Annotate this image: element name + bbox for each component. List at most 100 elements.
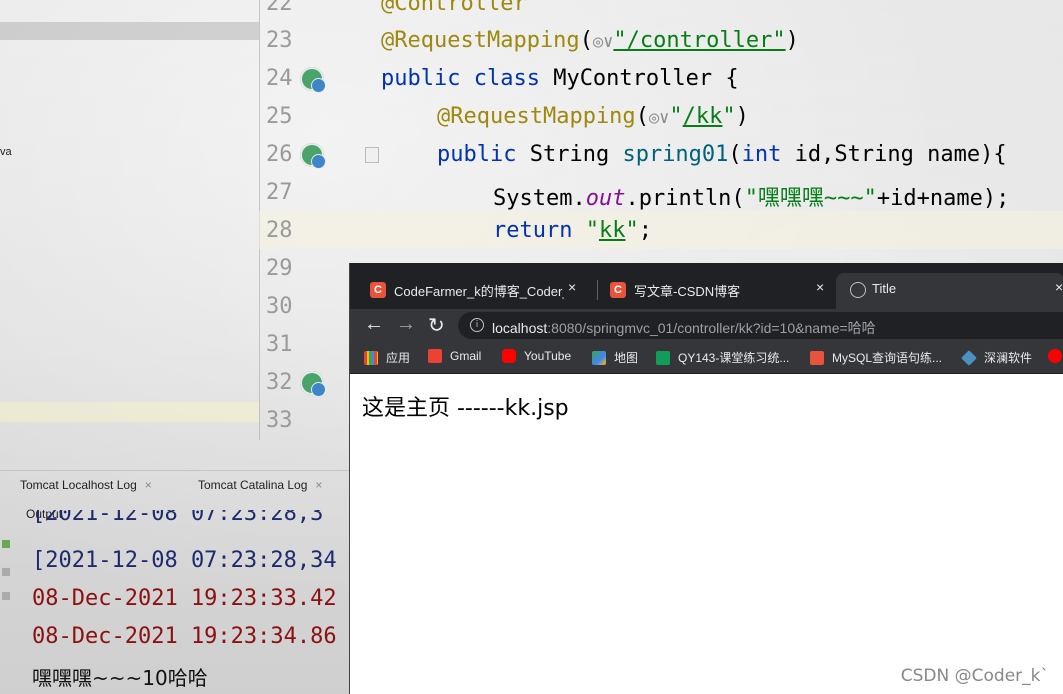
bookmarks-bar: 应用 Gmail YouTube 地图 QY143-课堂练习统... MySQL…	[350, 341, 1063, 374]
annotation: @RequestMapping	[381, 28, 580, 53]
line-number: 28	[266, 218, 293, 243]
close-icon[interactable]: ×	[568, 279, 576, 295]
log-line: 08-Dec-2021 19:23:33.42	[32, 586, 337, 611]
tab-tomcat-catalina-log[interactable]: Tomcat Catalina Log ×	[198, 478, 322, 492]
globe-icon	[850, 282, 866, 298]
forward-icon[interactable]: →	[396, 313, 416, 336]
close-icon[interactable]: ×	[315, 478, 322, 492]
keyword: public class	[381, 66, 540, 91]
csdn-icon: C	[370, 282, 386, 298]
browser-window: C CodeFarmer_k的博客_Coder_k × C 写文章-CSDN博客…	[349, 263, 1063, 694]
url-text[interactable]: localhost:8080/springmvc_01/controller/k…	[492, 318, 876, 338]
bookmark-shenlan[interactable]: 深澜软件	[961, 349, 1033, 366]
tab-tomcat-localhost-log[interactable]: Tomcat Localhost Log ×	[20, 478, 152, 492]
log-line: [2021-12-08 07:23:28,34	[32, 548, 337, 573]
project-selected-row[interactable]	[0, 22, 259, 40]
bookmark-mysql[interactable]: MySQL查询语句练...	[810, 349, 942, 366]
method-name: spring01	[622, 142, 729, 167]
paren: (	[635, 104, 649, 129]
project-file-label[interactable]: va	[0, 146, 12, 158]
bookmark-label: 应用	[386, 351, 411, 365]
bookmark-label: Gmail	[450, 349, 482, 363]
run-icon[interactable]	[2, 540, 10, 548]
wrap-icon[interactable]	[2, 568, 10, 576]
bookmark-label: YouTube	[524, 349, 572, 363]
gmail-icon	[428, 349, 442, 363]
tab-title: 写文章-CSDN博客	[634, 284, 741, 299]
browser-toolbar: ← → ↻ i localhost:8080/springmvc_01/cont…	[350, 309, 1063, 341]
close-icon[interactable]: ×	[816, 279, 824, 295]
tab-label: Tomcat Localhost Log	[20, 478, 137, 492]
annotation: @RequestMapping	[437, 104, 636, 129]
static-field: out	[585, 186, 626, 211]
code-line-28[interactable]: return "kk";	[493, 218, 652, 243]
log-line: 08-Dec-2021 19:23:34.86	[32, 624, 337, 649]
params: id,String name){	[781, 142, 1007, 167]
code-line-25[interactable]: @RequestMapping(◎∨"/kk")	[437, 104, 749, 129]
class-decl: MyController {	[539, 66, 739, 91]
info-icon[interactable]: i	[470, 318, 484, 332]
browser-tab[interactable]: C 写文章-CSDN博客 ×	[590, 273, 836, 309]
watermark: CSDN @Coder_k`	[900, 666, 1049, 686]
paren: )	[785, 28, 799, 53]
quote: "	[722, 104, 736, 129]
address-bar[interactable]: i localhost:8080/springmvc_01/controller…	[458, 312, 1063, 339]
system-ref: System.	[493, 186, 586, 211]
globe-icon[interactable]: ◎∨	[649, 108, 669, 128]
close-icon[interactable]: ×	[1055, 279, 1063, 295]
code-line-27[interactable]: System.out.println("嘿嘿嘿~~~"+id+name);	[493, 180, 1009, 212]
spring-mapping-icon[interactable]	[300, 371, 326, 397]
current-line-highlight	[259, 211, 1063, 249]
globe-icon[interactable]: ◎∨	[593, 32, 613, 52]
line-number: 33	[266, 408, 293, 433]
csdn-icon: C	[610, 282, 626, 298]
code-line-24[interactable]: public class MyController {	[381, 66, 739, 91]
browser-tab[interactable]: C CodeFarmer_k的博客_Coder_k ×	[350, 273, 596, 309]
bookmark-apps[interactable]: 应用	[364, 349, 410, 366]
string-literal: "嘿嘿嘿~~~"	[744, 186, 877, 211]
settings-icon[interactable]	[2, 592, 10, 600]
bookmark-youtube[interactable]: YouTube	[502, 349, 571, 363]
reload-icon[interactable]: ↻	[428, 313, 445, 338]
tab-label: Tomcat Catalina Log	[198, 478, 308, 492]
line-number: 31	[266, 332, 293, 357]
fold-marker-icon[interactable]	[365, 147, 379, 163]
bookmark-label: MySQL查询语句练...	[832, 351, 943, 365]
project-highlight-row	[0, 402, 259, 422]
sheets-icon	[656, 351, 670, 365]
spring-bean-icon[interactable]	[300, 67, 326, 93]
bookmark-gmail[interactable]: Gmail	[428, 349, 481, 363]
bookmark-overflow[interactable]	[1048, 349, 1063, 363]
page-body-text: 这是主页 ------kk.jsp	[362, 396, 569, 421]
code-line-22[interactable]: @Controller	[381, 0, 527, 16]
log-line: 嘿嘿嘿~~~10哈哈	[32, 666, 208, 690]
spring-mapping-icon[interactable]	[300, 143, 326, 169]
line-number: 25	[266, 104, 293, 129]
quote: "	[669, 104, 683, 129]
line-number: 22	[266, 0, 293, 16]
youtube-icon	[1048, 349, 1062, 363]
bookmark-label: 深澜软件	[984, 351, 1033, 365]
run-toolbar	[0, 525, 14, 694]
mapping-string: "/controller"	[613, 28, 786, 53]
line-number: 27	[266, 180, 293, 205]
line-number: 30	[266, 294, 293, 319]
url-path: :8080/springmvc_01/controller/kk?id=10&n…	[547, 320, 876, 336]
close-icon[interactable]: ×	[145, 478, 152, 492]
csdn-icon	[810, 351, 824, 365]
code-line-23[interactable]: @RequestMapping(◎∨"/controller")	[381, 28, 799, 53]
browser-tab-active[interactable]: Title ×	[836, 273, 1063, 309]
bookmark-maps[interactable]: 地图	[592, 349, 638, 366]
keyword: public	[437, 142, 517, 167]
apps-grid-icon	[364, 351, 378, 365]
back-icon[interactable]: ←	[364, 313, 384, 336]
bookmark-qy143[interactable]: QY143-课堂练习统...	[656, 349, 789, 366]
tab-title: Title	[872, 281, 897, 296]
bookmark-label: QY143-课堂练习统...	[678, 351, 790, 365]
concat-expr: +id+name);	[876, 186, 1010, 211]
paren: (	[728, 142, 742, 167]
println-call: .println(	[625, 186, 745, 211]
code-line-26[interactable]: public String spring01(int id,String nam…	[437, 142, 1007, 167]
bookmark-label: 地图	[614, 351, 639, 365]
